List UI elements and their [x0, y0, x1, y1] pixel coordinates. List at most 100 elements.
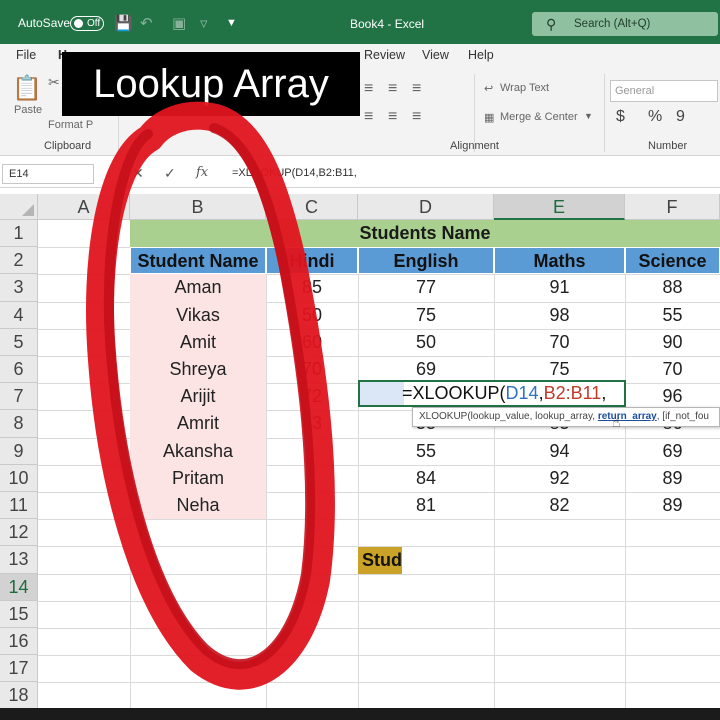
- row-header-4[interactable]: 4: [0, 301, 38, 329]
- score-cell[interactable]: 81: [358, 492, 494, 519]
- score-cell[interactable]: 92: [494, 465, 625, 492]
- tab-view[interactable]: View: [422, 48, 449, 62]
- autosave-toggle[interactable]: Off: [70, 16, 104, 31]
- comma-button[interactable]: 9: [676, 108, 685, 126]
- merge-center-button[interactable]: Merge & Center: [500, 111, 578, 123]
- align-top-icon[interactable]: ≡: [364, 80, 373, 98]
- filter-icon[interactable]: ▿: [200, 14, 208, 32]
- column-header-e[interactable]: E: [494, 194, 625, 220]
- function-tooltip[interactable]: XLOOKUP(lookup_value, lookup_array, retu…: [412, 407, 720, 427]
- column-header-f[interactable]: F: [625, 194, 720, 220]
- enter-icon[interactable]: ✓: [164, 165, 176, 182]
- row-header-3[interactable]: 3: [0, 274, 38, 302]
- table-header-cell[interactable]: Science: [625, 247, 720, 275]
- score-cell[interactable]: 55: [358, 438, 494, 465]
- align-bottom-icon[interactable]: ≡: [412, 80, 421, 98]
- student-name-cell[interactable]: Amit: [130, 328, 266, 356]
- score-cell[interactable]: 91: [494, 274, 625, 301]
- row-header-1[interactable]: 1: [0, 220, 38, 248]
- score-cell[interactable]: 89: [625, 492, 720, 519]
- row-header-18[interactable]: 18: [0, 682, 38, 710]
- row-header-17[interactable]: 17: [0, 655, 38, 683]
- score-cell[interactable]: 50: [266, 302, 358, 329]
- customize-toolbar-icon[interactable]: ▼: [226, 17, 237, 29]
- row-header-10[interactable]: 10: [0, 464, 38, 492]
- cancel-icon[interactable]: ✕: [132, 165, 144, 182]
- row-header-16[interactable]: 16: [0, 628, 38, 656]
- score-cell[interactable]: 98: [494, 302, 625, 329]
- student-name-cell[interactable]: Shreya: [130, 356, 266, 384]
- score-cell[interactable]: 60: [266, 329, 358, 356]
- score-cell[interactable]: 82: [494, 492, 625, 519]
- in-cell-formula[interactable]: =XLOOKUP(D14,B2:B11,: [402, 382, 606, 404]
- worksheet-grid[interactable]: ABCDEF 1 2 3 4 5 6 7 8 9 10 11 12 13 14 15 16 17 18 Stude…: [0, 194, 720, 711]
- student-name-cell[interactable]: Aman: [130, 274, 266, 302]
- align-middle-icon[interactable]: ≡: [388, 80, 397, 98]
- row-header-6[interactable]: 6: [0, 356, 38, 384]
- score-cell[interactable]: 89: [625, 465, 720, 492]
- column-header-c[interactable]: C: [266, 194, 358, 220]
- score-cell[interactable]: 75: [358, 302, 494, 329]
- tab-review[interactable]: Review: [364, 48, 405, 62]
- student-name-cell[interactable]: Akansha: [130, 437, 266, 465]
- student-name-cell[interactable]: Arijit: [130, 383, 266, 411]
- score-cell[interactable]: 70: [625, 356, 720, 383]
- insert-function-icon[interactable]: fx: [196, 165, 208, 180]
- camera-icon[interactable]: ▣: [172, 14, 186, 32]
- row-header-15[interactable]: 15: [0, 600, 38, 628]
- number-format-select[interactable]: General: [610, 80, 718, 102]
- student-name-cell[interactable]: Amrit: [130, 410, 266, 438]
- row-header-7[interactable]: 7: [0, 383, 38, 411]
- banner-students-name[interactable]: Students Name: [130, 220, 720, 248]
- format-painter-button[interactable]: Format P: [48, 119, 93, 131]
- row-header-2[interactable]: 2: [0, 247, 38, 275]
- align-right-icon[interactable]: ≡: [412, 108, 421, 126]
- row-header-13[interactable]: 13: [0, 546, 38, 574]
- paste-icon[interactable]: 📋: [12, 74, 42, 103]
- score-cell[interactable]: 50: [358, 329, 494, 356]
- undo-icon[interactable]: ↶: [140, 14, 153, 32]
- paste-button[interactable]: Paste: [14, 104, 42, 116]
- tab-help[interactable]: Help: [468, 48, 494, 62]
- row-header-12[interactable]: 12: [0, 519, 38, 547]
- score-cell[interactable]: [266, 465, 358, 492]
- score-cell[interactable]: 84: [358, 465, 494, 492]
- percent-button[interactable]: %: [648, 108, 662, 126]
- score-cell[interactable]: 94: [494, 438, 625, 465]
- score-cell[interactable]: 69: [625, 438, 720, 465]
- column-header-d[interactable]: D: [358, 194, 494, 220]
- student-name-cell[interactable]: Vikas: [130, 301, 266, 329]
- score-cell[interactable]: 88: [625, 274, 720, 301]
- row-header-5[interactable]: 5: [0, 328, 38, 356]
- student-name-cell[interactable]: Pritam: [130, 464, 266, 492]
- score-cell[interactable]: 55: [625, 302, 720, 329]
- table-header-cell[interactable]: English: [358, 247, 494, 275]
- score-cell[interactable]: [266, 438, 358, 465]
- column-header-b[interactable]: B: [130, 194, 266, 220]
- table-header-cell[interactable]: Student Name: [130, 247, 266, 275]
- column-header-a[interactable]: A: [38, 194, 130, 220]
- row-header-8[interactable]: 8: [0, 410, 38, 438]
- search-box[interactable]: ⚲ Search (Alt+Q): [532, 12, 718, 36]
- cut-icon[interactable]: ✂: [48, 74, 60, 91]
- student-name-cell[interactable]: Neha: [130, 492, 266, 520]
- table-header-cell[interactable]: Maths: [494, 247, 625, 275]
- tooltip-active-arg[interactable]: return_array: [598, 411, 657, 422]
- row-header-9[interactable]: 9: [0, 437, 38, 465]
- score-cell[interactable]: 83: [266, 410, 358, 437]
- score-cell[interactable]: 85: [266, 274, 358, 301]
- score-cell[interactable]: 90: [625, 329, 720, 356]
- currency-button[interactable]: $: [616, 108, 625, 126]
- row-header-14[interactable]: 14: [0, 573, 38, 601]
- score-cell[interactable]: 77: [358, 274, 494, 301]
- lookup-label-cell[interactable]: Stud: [358, 547, 402, 574]
- sheet-tabs-bar[interactable]: [0, 708, 720, 720]
- save-icon[interactable]: 💾: [114, 14, 133, 32]
- name-box[interactable]: E14: [2, 164, 94, 184]
- wrap-text-button[interactable]: Wrap Text: [500, 82, 549, 94]
- align-left-icon[interactable]: ≡: [364, 108, 373, 126]
- align-center-icon[interactable]: ≡: [388, 108, 397, 126]
- score-cell[interactable]: 70: [266, 356, 358, 383]
- table-header-cell[interactable]: Hindi: [266, 247, 358, 275]
- score-cell[interactable]: 70: [494, 329, 625, 356]
